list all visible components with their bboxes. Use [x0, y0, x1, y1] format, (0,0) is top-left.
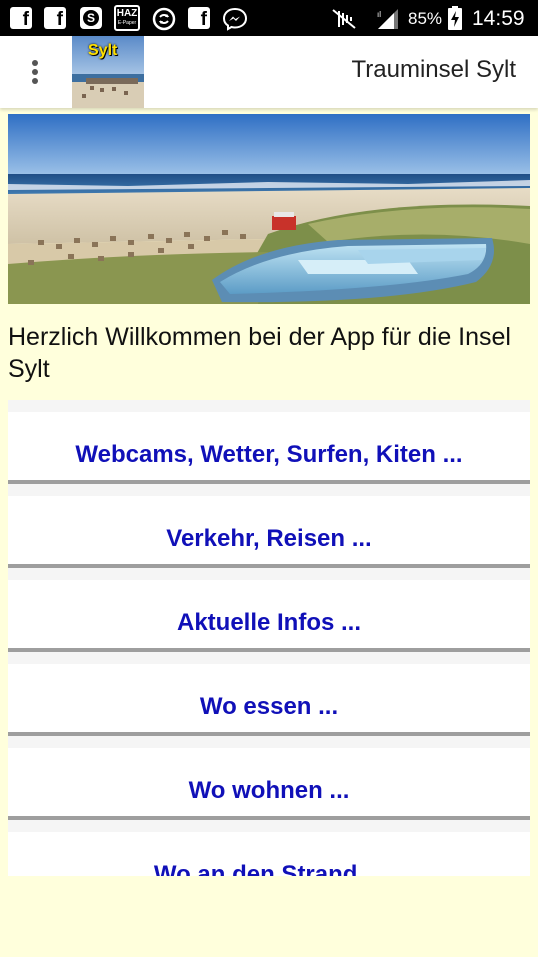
facebook-icon: f — [44, 7, 66, 30]
menu-button-label: Wo wohnen ... — [188, 777, 350, 804]
app-title: Trauminsel Sylt — [351, 56, 516, 83]
main-menu: Webcams, Wetter, Surfen, Kiten ... Verke… — [8, 400, 530, 876]
menu-button-strand[interactable]: Wo an den Strand ... — [8, 820, 530, 876]
haz-label: HAZ — [116, 8, 138, 19]
app-bar: Sylt Trauminsel Sylt — [0, 36, 538, 108]
sync-icon — [152, 7, 176, 31]
svg-text:ıl: ıl — [377, 10, 381, 19]
menu-button-wo-wohnen[interactable]: Wo wohnen ... — [8, 736, 530, 820]
hero-beach-image — [8, 114, 530, 304]
menu-button-webcams[interactable]: Webcams, Wetter, Surfen, Kiten ... — [8, 400, 530, 484]
menu-button-label: Wo essen ... — [199, 693, 339, 720]
menu-button-aktuelle-infos[interactable]: Aktuelle Infos ... — [8, 568, 530, 652]
facebook-icon: f — [188, 7, 210, 30]
status-bar: f f S HAZ E-Paper f ıl 85% 14:59 — [0, 0, 538, 36]
battery-percentage: 85% — [408, 9, 443, 28]
menu-button-label: Webcams, Wetter, Surfen, Kiten ... — [75, 441, 463, 468]
welcome-text: Herzlich Willkommen bei der App für die … — [8, 323, 511, 383]
skype-icon: S — [80, 7, 102, 29]
menu-button-label: Aktuelle Infos ... — [176, 609, 362, 636]
facebook-icon: f — [10, 7, 32, 30]
overflow-menu-icon[interactable] — [20, 56, 50, 88]
haz-sublabel: E-Paper — [117, 20, 137, 26]
menu-button-label: Verkehr, Reisen ... — [166, 525, 372, 552]
mute-icon — [330, 7, 356, 29]
battery-charging-icon — [448, 6, 462, 30]
menu-button-wo-essen[interactable]: Wo essen ... — [8, 652, 530, 736]
app-logo: Sylt — [72, 36, 144, 108]
signal-icon: ıl — [376, 7, 398, 29]
menu-button-label: Wo an den Strand ... — [153, 861, 385, 876]
messenger-icon — [222, 7, 248, 31]
clock: 14:59 — [472, 7, 525, 30]
logo-label: Sylt — [88, 42, 118, 59]
menu-button-verkehr[interactable]: Verkehr, Reisen ... — [8, 484, 530, 568]
haz-epaper-icon: HAZ E-Paper — [114, 5, 140, 31]
